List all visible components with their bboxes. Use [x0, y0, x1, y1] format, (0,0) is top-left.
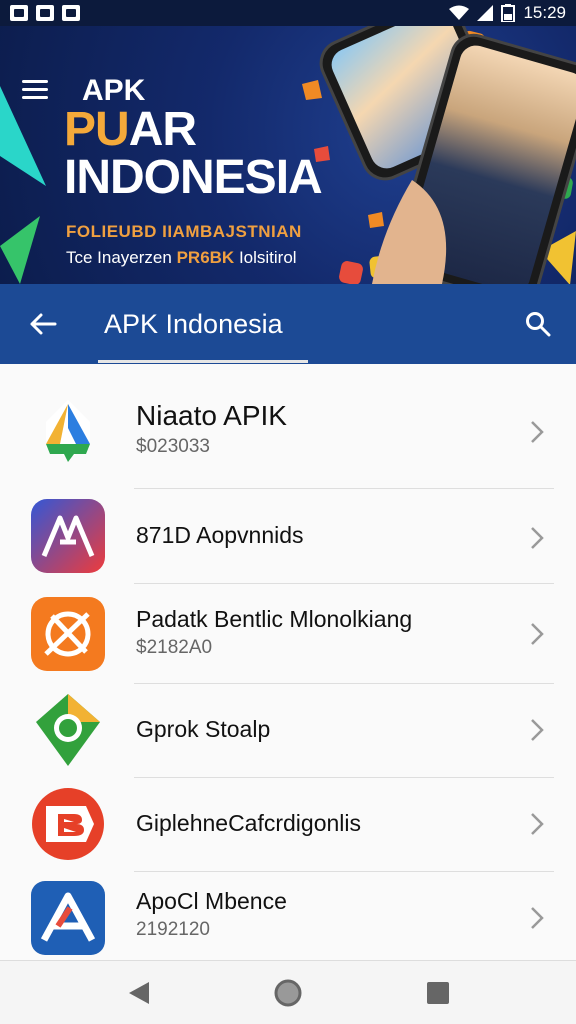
decorative-shard: [0, 216, 40, 284]
app-name: Padatk Bentlic Mlonolkiang: [136, 606, 413, 632]
app-icon: [31, 597, 105, 671]
nav-home-button[interactable]: [270, 975, 306, 1011]
app-icon: [46, 400, 90, 462]
promo-banner[interactable]: APK PUAR INDONESIA FOLIEUBD IIAMBAJSTNIA…: [0, 26, 576, 284]
banner-tagline-suffix: Iolsitirol: [238, 248, 297, 267]
hand-illustration: [372, 180, 447, 284]
chevron-right-icon: [531, 813, 544, 835]
page-title: APK Indonesia: [104, 308, 283, 339]
menu-icon[interactable]: [22, 80, 48, 100]
list-item[interactable]: ApoCl Mbence 2192120: [0, 872, 576, 966]
divider: [134, 488, 554, 489]
back-arrow-icon: [30, 313, 57, 335]
wifi-icon: [449, 5, 470, 20]
divider: [134, 583, 554, 584]
chevron-right-icon: [531, 421, 544, 443]
app-name: Gprok Stoalp: [136, 716, 271, 742]
banner-title-highlight: PU: [64, 103, 130, 156]
nav-recents-button[interactable]: [420, 975, 456, 1011]
list-item[interactable]: Padatk Bentlic Mlonolkiang $2182A0: [0, 586, 576, 684]
list-item[interactable]: Gprok Stoalp: [0, 684, 576, 778]
list-item[interactable]: Niaato APIK $023033: [0, 384, 576, 489]
decorative-shard: [0, 86, 46, 186]
list-item[interactable]: GiplehneCafcrdigonlis: [0, 778, 576, 872]
battery-icon: [501, 4, 516, 22]
list-item[interactable]: 871D Aopvnnids: [0, 490, 576, 584]
title-underline: [98, 360, 308, 363]
app-icon: [31, 499, 105, 573]
floating-app-tile: [337, 259, 365, 284]
back-button[interactable]: [0, 284, 86, 364]
decorative-shard: [302, 80, 322, 100]
search-icon: [526, 312, 551, 337]
app-icon: [32, 788, 104, 860]
photo-notification-icon: [36, 5, 54, 21]
app-subtitle: $023033: [136, 436, 210, 457]
banner-title-line2: INDONESIA: [64, 151, 323, 204]
app-bar: APK Indonesia: [0, 284, 576, 364]
search-button[interactable]: [518, 302, 558, 346]
banner-tagline-highlight: PR6BK: [176, 248, 235, 267]
nav-back-button[interactable]: [120, 975, 156, 1011]
back-triangle-icon: [129, 982, 149, 1004]
status-bar: 15:29: [0, 0, 576, 26]
app-name: Niaato APIK: [136, 400, 287, 431]
banner-title-rest: AR: [128, 103, 197, 156]
app-icon: [31, 881, 105, 955]
banner-title-line1: PUAR: [64, 103, 197, 156]
chevron-right-icon: [531, 623, 544, 645]
app-name: 871D Aopvnnids: [136, 522, 304, 548]
signal-icon: [477, 5, 494, 21]
app-icon: [36, 694, 100, 766]
app-name: ApoCl Mbence: [136, 888, 287, 914]
chevron-right-icon: [531, 527, 544, 549]
app-subtitle: 2192120: [136, 919, 210, 940]
notification-icon: [10, 5, 28, 21]
system-navigation-bar: [0, 960, 576, 1024]
chevron-right-icon: [531, 907, 544, 929]
home-circle-icon: [274, 979, 302, 1007]
chevron-right-icon: [531, 719, 544, 741]
message-notification-icon: [62, 5, 80, 21]
banner-tagline-prefix: Tce Inayerzen: [66, 248, 172, 267]
status-time: 15:29: [523, 3, 566, 22]
app-name: GiplehneCafcrdigonlis: [136, 810, 362, 836]
banner-subtitle: FOLIEUBD IIAMBAJSTNIAN: [66, 222, 302, 241]
recents-square-icon: [427, 982, 449, 1004]
app-subtitle: $2182A0: [136, 637, 213, 658]
banner-tagline: Tce Inayerzen PR6BK Iolsitirol: [66, 248, 297, 268]
